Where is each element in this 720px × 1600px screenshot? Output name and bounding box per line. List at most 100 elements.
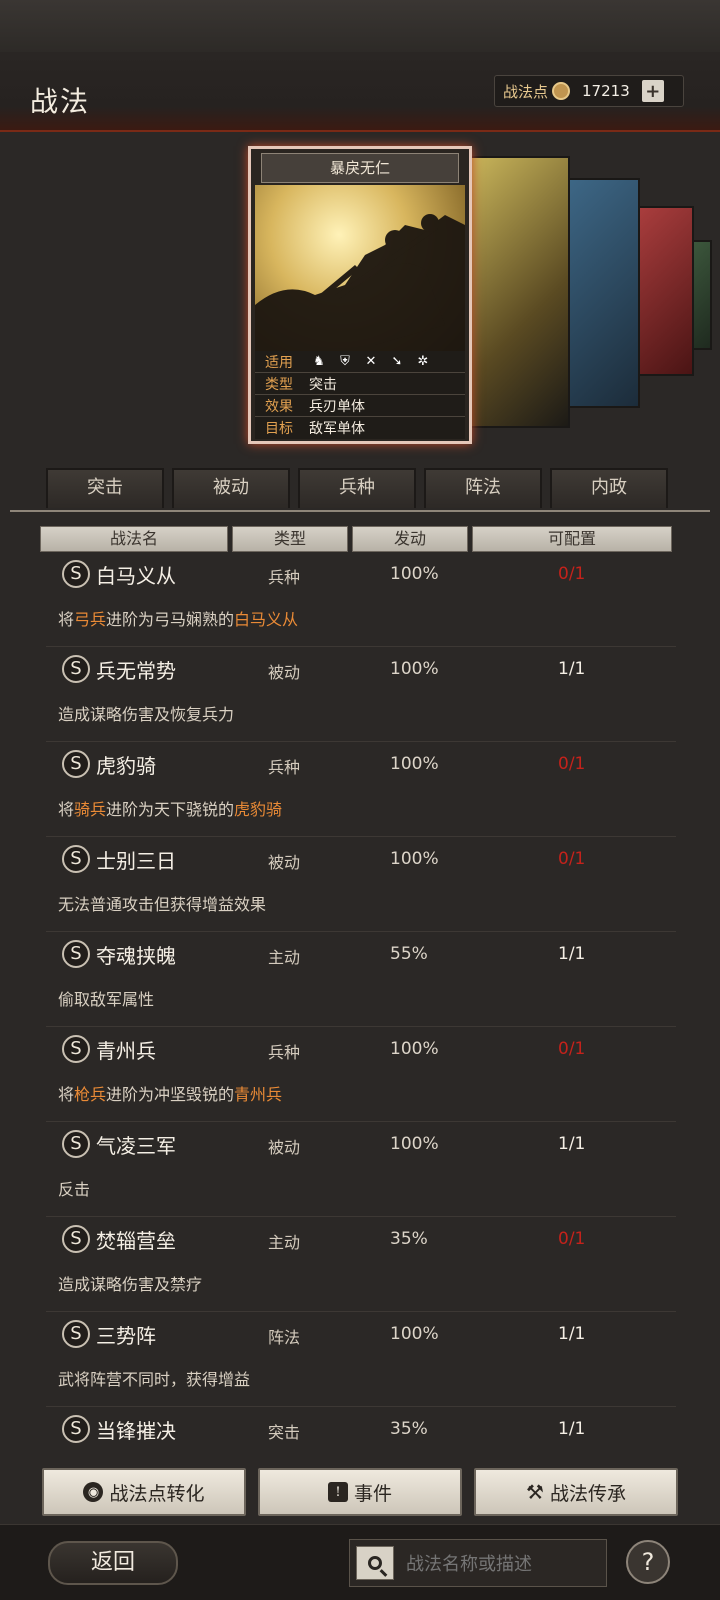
tactic-rate: 100%: [390, 754, 439, 774]
bow-icon: ✕: [365, 353, 377, 369]
tab-formation[interactable]: 阵法: [424, 468, 542, 508]
search-input[interactable]: [406, 1548, 602, 1580]
tactic-config: 0/1: [558, 849, 586, 869]
tactic-name: 士别三日: [96, 849, 176, 873]
wheel-icon: ✲: [417, 353, 429, 369]
card-row-applicable: 适用 ♞ ⛨ ✕ ➘ ✲: [255, 351, 465, 373]
tactic-desc: 反击: [58, 1180, 91, 1199]
tactic-desc: 造成谋略伤害及恢复兵力: [58, 705, 235, 724]
tactic-desc: 偷取敌军属性: [58, 990, 155, 1009]
tactic-type: 阵法: [268, 1328, 301, 1347]
tactic-name: 当锋摧决: [96, 1419, 176, 1443]
card-key: 效果: [265, 398, 293, 415]
points-label: 战法点: [503, 82, 549, 101]
tactic-name: 三势阵: [96, 1324, 156, 1348]
tactic-type: 兵种: [268, 1043, 301, 1062]
column-rate[interactable]: 发动: [352, 526, 468, 552]
column-configurable[interactable]: 可配置: [472, 526, 672, 552]
page-title: 战法: [30, 85, 91, 118]
tactic-rate: 55%: [390, 944, 428, 964]
list-item[interactable]: S 兵无常势 被动 100% 1/1 造成谋略伤害及恢复兵力: [46, 647, 676, 742]
tab-divider: [10, 510, 710, 512]
tactic-name: 夺魂挟魄: [96, 944, 176, 968]
help-button[interactable]: ?: [626, 1540, 670, 1584]
card-value: 兵刃单体: [309, 398, 365, 415]
tab-internal[interactable]: 内政: [550, 468, 668, 508]
list-item[interactable]: S 白马义从 兵种 100% 0/1 将弓兵进阶为弓马娴熟的白马义从: [46, 560, 676, 647]
add-points-button[interactable]: +: [641, 80, 664, 102]
troop-type-icons: ♞ ⛨ ✕ ➘ ✲: [311, 354, 431, 370]
coin-icon: [552, 82, 571, 100]
card-value: 敌军单体: [309, 421, 365, 437]
back-button[interactable]: 返回: [48, 1541, 178, 1585]
s-rank-badge: S: [62, 1035, 90, 1063]
column-type[interactable]: 类型: [232, 526, 348, 552]
tactic-rate: 35%: [390, 1419, 428, 1439]
tab-passive[interactable]: 被动: [172, 468, 290, 508]
search-button[interactable]: [356, 1546, 394, 1580]
button-label: 战法点转化: [109, 1482, 205, 1505]
list-item[interactable]: S 当锋摧决 突击 35% 1/1: [46, 1407, 676, 1454]
column-name[interactable]: 战法名: [40, 526, 228, 552]
tactic-name: 气凌三军: [96, 1134, 176, 1158]
bottom-bar: 返回 ?: [0, 1524, 720, 1600]
s-rank-badge: S: [62, 1225, 90, 1253]
s-rank-badge: S: [62, 1320, 90, 1348]
card-row-effect: 效果 兵刃单体: [255, 395, 465, 417]
tactic-name: 青州兵: [96, 1039, 156, 1063]
list-item[interactable]: S 气凌三军 被动 100% 1/1 反击: [46, 1122, 676, 1217]
tactic-type: 被动: [268, 853, 301, 872]
card-row-target: 目标 敌军单体: [255, 417, 465, 439]
list-item[interactable]: S 士别三日 被动 100% 0/1 无法普通攻击但获得增益效果: [46, 837, 676, 932]
search-box: [349, 1539, 607, 1587]
selected-tactic-card[interactable]: 暴戾无仁 适用 ♞ ⛨ ✕ ➘ ✲ 类型 突击 效果 兵刃单体 目标 敌军单体: [248, 146, 472, 444]
tactic-config: 1/1: [558, 659, 586, 679]
list-item[interactable]: S 焚辎营垒 主动 35% 0/1 造成谋略伤害及禁疗: [46, 1217, 676, 1312]
tactic-name: 白马义从: [96, 564, 176, 588]
hammer-icon: ⚒: [526, 1480, 544, 1504]
carousel-card[interactable]: [470, 156, 570, 428]
tactic-type: 主动: [268, 948, 301, 967]
tactic-type: 被动: [268, 663, 301, 682]
card-row-type: 类型 突击: [255, 373, 465, 395]
tactic-name: 焚辎营垒: [96, 1229, 176, 1253]
s-rank-badge: S: [62, 655, 90, 683]
tactic-type: 主动: [268, 1233, 301, 1252]
s-rank-badge: S: [62, 1415, 90, 1443]
tactic-name: 虎豹骑: [96, 754, 156, 778]
tactic-rate: 100%: [390, 1324, 439, 1344]
alert-icon: !: [327, 1482, 348, 1502]
tactic-type: 被动: [268, 1138, 301, 1157]
tab-troop[interactable]: 兵种: [298, 468, 416, 508]
tactic-rate: 100%: [390, 659, 439, 679]
list-item[interactable]: S 虎豹骑 兵种 100% 0/1 将骑兵进阶为天下骁锐的虎豹骑: [46, 742, 676, 837]
spear-icon: ➘: [391, 353, 403, 369]
tactic-desc: 无法普通攻击但获得增益效果: [58, 895, 267, 914]
tab-assault[interactable]: 突击: [46, 468, 164, 508]
inherit-tactic-button[interactable]: ⚒ 战法传承: [474, 1468, 678, 1516]
tactic-config: 0/1: [558, 1039, 586, 1059]
list-item[interactable]: S 青州兵 兵种 100% 0/1 将枪兵进阶为冲坚毁锐的青州兵: [46, 1027, 676, 1122]
tactic-card-carousel[interactable]: 暴戾无仁 适用 ♞ ⛨ ✕ ➘ ✲ 类型 突击 效果 兵刃单体 目标 敌军单体: [0, 140, 720, 450]
card-title: 暴戾无仁: [261, 153, 459, 183]
tactic-rate: 100%: [390, 564, 439, 584]
tactic-config: 0/1: [558, 1229, 586, 1249]
events-button[interactable]: ! 事件: [258, 1468, 462, 1516]
convert-points-button[interactable]: ◉ 战法点转化: [42, 1468, 246, 1516]
tactic-name: 兵无常势: [96, 659, 176, 683]
tactic-config: 1/1: [558, 944, 586, 964]
s-rank-badge: S: [62, 845, 90, 873]
tactic-type: 兵种: [268, 568, 301, 587]
s-rank-badge: S: [62, 750, 90, 778]
points-value: 17213: [582, 82, 630, 100]
tactic-rate: 35%: [390, 1229, 428, 1249]
tactic-list[interactable]: S 白马义从 兵种 100% 0/1 将弓兵进阶为弓马娴熟的白马义从 S 兵无常…: [0, 560, 720, 1454]
card-info-table: 适用 ♞ ⛨ ✕ ➘ ✲ 类型 突击 效果 兵刃单体 目标 敌军单体: [255, 351, 465, 439]
list-item[interactable]: S 三势阵 阵法 100% 1/1 武将阵营不同时，获得增益: [46, 1312, 676, 1407]
tactic-desc: 武将阵营不同时，获得增益: [58, 1370, 251, 1389]
list-item[interactable]: S 夺魂挟魄 主动 55% 1/1 偷取敌军属性: [46, 932, 676, 1027]
card-key: 类型: [265, 376, 293, 393]
tactic-config: 1/1: [558, 1419, 586, 1439]
shield-icon: ⛨: [340, 353, 350, 369]
button-label: 事件: [353, 1482, 392, 1505]
